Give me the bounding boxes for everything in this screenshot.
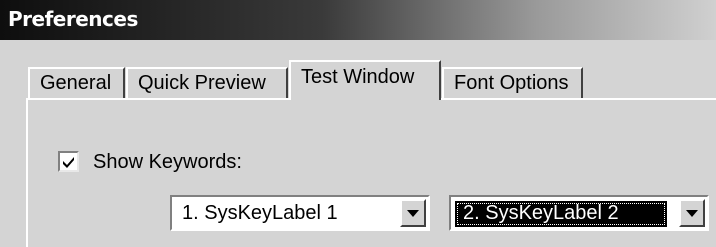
key-label-select-2-value: 2. SysKeyLabel 2 xyxy=(455,201,667,227)
window-title: Preferences xyxy=(8,7,138,31)
key-label-select-1[interactable]: 1. SysKeyLabel 1 xyxy=(170,195,430,231)
key-label-select-1-dropdown-button[interactable] xyxy=(400,199,426,227)
chevron-down-icon xyxy=(686,210,698,217)
key-label-select-2[interactable]: 2. SysKeyLabel 2 xyxy=(449,195,709,231)
show-keywords-checkbox[interactable] xyxy=(58,151,79,172)
tab-quick-preview[interactable]: Quick Preview xyxy=(126,67,288,99)
key-label-select-2-dropdown-button[interactable] xyxy=(679,199,705,227)
chevron-down-icon xyxy=(407,210,419,217)
tab-general[interactable]: General xyxy=(28,67,125,99)
key-label-select-1-value: 1. SysKeyLabel 1 xyxy=(182,202,338,224)
check-icon xyxy=(63,157,74,168)
title-bar[interactable]: Preferences xyxy=(0,0,716,40)
show-keywords-label: Show Keywords: xyxy=(93,151,242,173)
tab-font-options[interactable]: Font Options xyxy=(442,67,583,99)
preferences-window: Preferences General Quick Preview Test W… xyxy=(0,0,716,247)
tab-test-window[interactable]: Test Window xyxy=(289,60,441,100)
